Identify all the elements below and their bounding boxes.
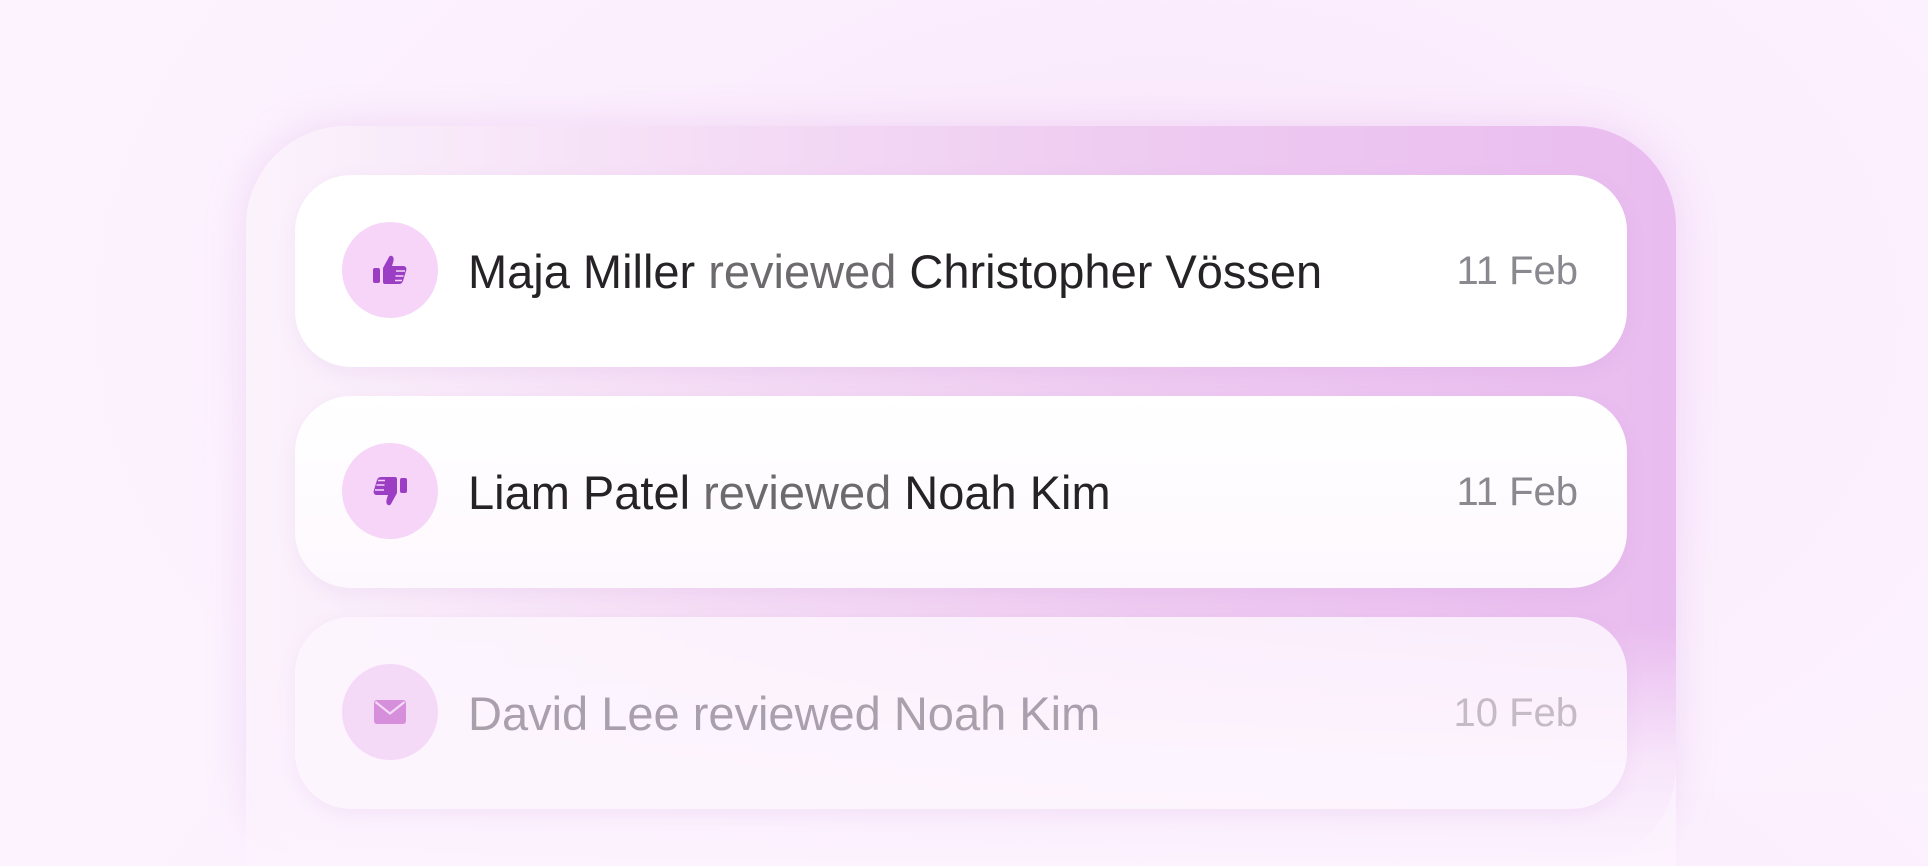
action-verb: reviewed — [692, 686, 881, 740]
thumbs-down-icon — [342, 443, 438, 539]
feed-item-date: 11 Feb — [1456, 469, 1578, 514]
actor-name[interactable]: Maja Miller — [468, 244, 695, 299]
feed-item[interactable]: David Lee reviewed Noah Kim 10 Feb — [295, 617, 1627, 809]
feed-item-text: Maja Miller reviewed Christopher Vössen — [468, 175, 1322, 367]
thumbs-up-icon — [342, 222, 438, 318]
feed-item-date: 11 Feb — [1456, 248, 1578, 293]
action-verb: reviewed — [708, 244, 897, 298]
feed-item[interactable]: Liam Patel reviewed Noah Kim 11 Feb — [295, 396, 1627, 588]
subject-name[interactable]: Christopher Vössen — [909, 244, 1322, 299]
feed-item[interactable]: Maja Miller reviewed Christopher Vössen … — [295, 175, 1627, 367]
feed-item-text: Liam Patel reviewed Noah Kim — [468, 396, 1111, 588]
feed-item-text: David Lee reviewed Noah Kim — [468, 617, 1100, 809]
actor-name[interactable]: David Lee — [468, 686, 680, 741]
subject-name[interactable]: Noah Kim — [894, 686, 1100, 741]
subject-name[interactable]: Noah Kim — [904, 465, 1110, 520]
envelope-icon — [342, 664, 438, 760]
action-verb: reviewed — [703, 465, 892, 519]
feed-item-date: 10 Feb — [1453, 690, 1578, 735]
actor-name[interactable]: Liam Patel — [468, 465, 690, 520]
